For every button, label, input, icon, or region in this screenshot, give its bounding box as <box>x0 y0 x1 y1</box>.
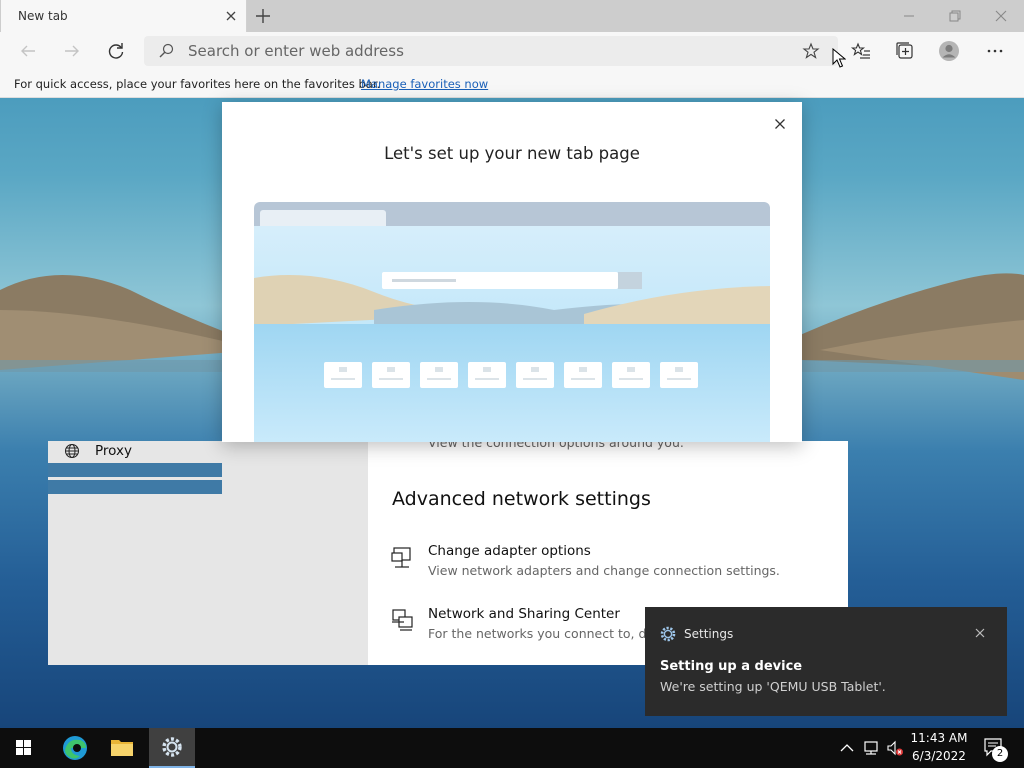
more-options-icon[interactable] <box>984 40 1006 62</box>
manage-favorites-link[interactable]: Manage favorites now <box>361 77 488 91</box>
sidebar-item-label: Proxy <box>95 443 132 459</box>
mouse-cursor-icon <box>832 48 846 68</box>
settings-app-icon[interactable] <box>149 728 195 768</box>
toast-close-icon[interactable] <box>973 626 987 640</box>
search-icon <box>158 43 174 59</box>
tab-strip: New tab <box>0 0 1024 32</box>
browser-toolbar: Search or enter web address <box>0 32 1024 70</box>
taskbar: 11:43 AM 6/3/2022 2 <box>0 728 1024 768</box>
clock-date[interactable]: 6/3/2022 <box>900 749 978 763</box>
file-explorer-icon[interactable] <box>99 728 145 768</box>
change-adapter-options-link[interactable]: Change adapter options <box>428 543 591 559</box>
network-adapter-icon <box>390 545 416 571</box>
profile-avatar-icon[interactable] <box>938 40 960 62</box>
gear-icon <box>660 626 676 642</box>
close-window-icon[interactable] <box>991 6 1011 26</box>
forward-arrow-icon[interactable] <box>61 40 83 62</box>
favorites-bar-message: For quick access, place your favorites h… <box>14 77 381 91</box>
new-tab-preview-illustration <box>254 202 770 442</box>
new-tab-setup-dialog: Let's set up your new tab page <box>222 102 802 442</box>
toast-notification[interactable]: Settings Setting up a device We're setti… <box>645 607 1007 716</box>
settings-sidebar: Proxy <box>48 441 368 665</box>
dialog-title: Let's set up your new tab page <box>384 144 640 163</box>
toast-app-name: Settings <box>684 627 734 641</box>
wallpaper-gap <box>48 480 222 494</box>
collections-icon[interactable] <box>894 40 916 62</box>
option-description: View network adapters and change connect… <box>428 563 780 578</box>
restore-icon[interactable] <box>945 6 965 26</box>
minimize-icon[interactable] <box>899 6 919 26</box>
sharing-center-icon <box>390 607 416 633</box>
network-sharing-center-link[interactable]: Network and Sharing Center <box>428 606 620 622</box>
back-arrow-icon[interactable] <box>17 40 39 62</box>
toast-body: We're setting up 'QEMU USB Tablet'. <box>660 679 886 694</box>
network-icon[interactable] <box>862 739 880 757</box>
clock-time[interactable]: 11:43 AM <box>900 731 978 745</box>
notification-count-badge: 2 <box>992 746 1008 762</box>
section-title: Advanced network settings <box>392 488 651 510</box>
edge-browser-icon[interactable] <box>52 728 98 768</box>
address-bar[interactable]: Search or enter web address <box>144 36 838 66</box>
address-placeholder: Search or enter web address <box>188 42 404 60</box>
sidebar-item-proxy[interactable]: Proxy <box>48 441 222 463</box>
start-windows-icon[interactable] <box>0 728 46 768</box>
toast-title: Setting up a device <box>660 659 803 674</box>
refresh-icon[interactable] <box>105 40 127 62</box>
tab-new-tab[interactable]: New tab <box>1 0 247 32</box>
show-hidden-icons-chevron-icon[interactable] <box>838 739 856 757</box>
favorite-star-icon[interactable] <box>802 42 820 60</box>
wallpaper-gap <box>48 463 222 477</box>
new-tab-plus-icon[interactable] <box>252 5 274 27</box>
favorites-list-icon[interactable] <box>850 40 872 62</box>
favorites-bar: For quick access, place your favorites h… <box>0 70 1024 98</box>
globe-icon <box>64 443 80 459</box>
tab-close-icon[interactable] <box>223 8 239 24</box>
dialog-close-icon[interactable] <box>772 116 788 132</box>
tab-title: New tab <box>18 9 68 23</box>
